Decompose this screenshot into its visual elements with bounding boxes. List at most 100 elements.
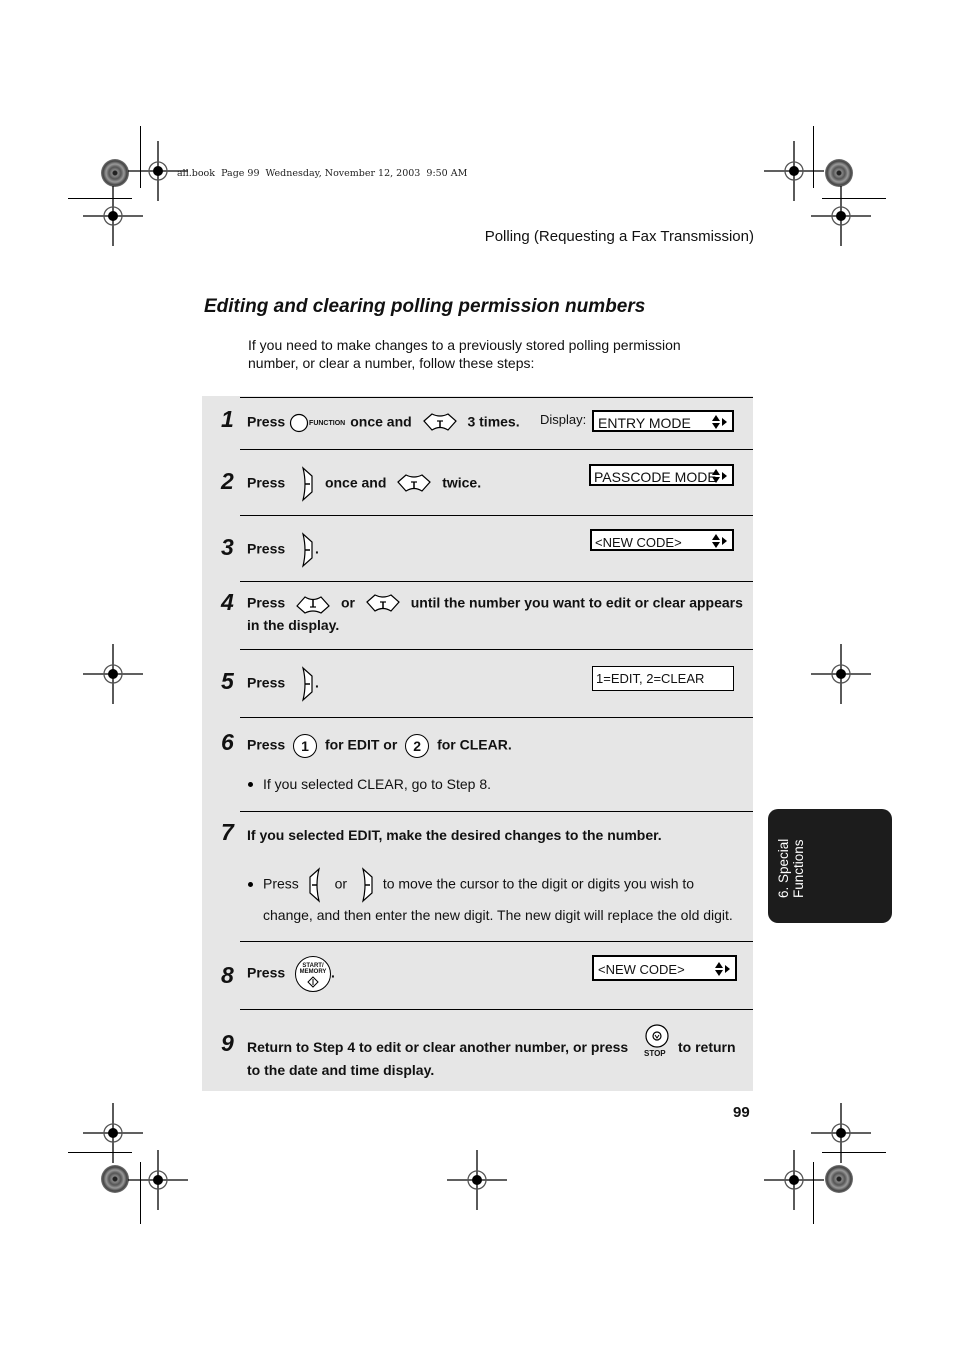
down-arrow-key-icon[interactable]	[396, 474, 432, 494]
step-number: 3	[221, 534, 234, 560]
step-text: 3 times.	[467, 413, 520, 430]
step-7-instruction: If you selected EDIT, make the desired c…	[247, 827, 662, 843]
chapter-tab-line: Functions	[791, 839, 806, 898]
section-title: Editing and clearing polling permission …	[204, 296, 646, 317]
divider	[240, 397, 753, 398]
key-2-button[interactable]: 2	[405, 734, 430, 758]
press-label: Press	[247, 594, 286, 611]
step-4-continuation: in the display.	[247, 617, 340, 633]
bullet-item: Press or to move the cursor to the digit…	[248, 867, 694, 903]
step-6-instruction: Press 1 for EDIT or 2 for CLEAR.	[247, 734, 512, 758]
step-number: 2	[221, 468, 234, 494]
down-arrow-key-icon[interactable]	[365, 594, 401, 614]
step-4-instruction: Press or until the number you want to ed…	[247, 594, 743, 614]
step-9-instruction: Return to Step 4 to edit or clear anothe…	[247, 1039, 628, 1055]
step-1-instruction: Press FUNCTION once and 3 times.	[247, 413, 520, 433]
key-label: MEMORY	[299, 969, 327, 975]
display-label: Display:	[540, 412, 587, 427]
registration-crosshair	[128, 1150, 188, 1210]
divider	[240, 581, 753, 582]
step-number: 7	[221, 819, 234, 845]
bullet-icon	[248, 781, 253, 787]
registration-crosshair	[811, 1103, 871, 1163]
stop-label: STOP	[644, 1049, 666, 1058]
bullet-text: Press	[263, 875, 299, 892]
step-text: for CLEAR.	[437, 736, 512, 753]
chapter-tab-label: 6. Special Functions	[776, 808, 806, 898]
divider	[240, 941, 753, 942]
lcd-text: 1=EDIT, 2=CLEAR	[596, 671, 705, 686]
function-key-icon[interactable]	[289, 413, 309, 433]
scroll-arrows-icon	[712, 469, 727, 483]
registration-crosshair	[811, 644, 871, 704]
lcd-text: <NEW CODE>	[598, 962, 685, 977]
stop-icon	[645, 1024, 669, 1048]
press-label: Press	[247, 540, 286, 557]
page-number: 99	[733, 1104, 750, 1121]
step-9-continuation: to the date and time display.	[247, 1062, 435, 1078]
step-8-instruction: Press START/ MEMORY .	[247, 956, 335, 992]
step-text: twice.	[442, 474, 482, 491]
right-arrow-key-icon[interactable]	[295, 532, 315, 568]
press-label: Press	[247, 674, 286, 691]
lcd-display: <NEW CODE>	[592, 955, 737, 981]
right-arrow-key-icon[interactable]	[295, 666, 315, 702]
step-text: or	[340, 594, 355, 611]
key-label: 1	[301, 738, 309, 754]
key-label: 2	[413, 738, 422, 754]
step-number: 5	[221, 668, 234, 694]
intro-paragraph: If you need to make changes to a previou…	[248, 337, 681, 371]
step-2-instruction: Press once and twice.	[247, 466, 481, 502]
bullet-text: If you selected CLEAR, go to Step 8.	[263, 776, 492, 792]
bullet-icon	[248, 881, 253, 887]
up-arrow-key-icon[interactable]	[295, 594, 331, 614]
step-number: 1	[221, 406, 234, 432]
lcd-display: <NEW CODE>	[590, 529, 734, 551]
divider	[240, 649, 753, 650]
divider	[240, 717, 753, 718]
bullet-text: to move the cursor to the digit or digit…	[382, 875, 695, 892]
step-text: .	[331, 964, 335, 981]
step-3-instruction: Press .	[247, 532, 319, 568]
bullet-text: or	[334, 875, 348, 892]
registration-crosshair	[764, 141, 824, 201]
divider	[240, 1009, 753, 1010]
right-arrow-key-icon[interactable]	[295, 466, 315, 502]
step-text: .	[315, 540, 319, 557]
start-memory-button[interactable]: START/ MEMORY	[295, 956, 332, 992]
step-number: 4	[221, 589, 234, 615]
press-label: Press	[247, 474, 286, 491]
bullet-continuation: change, and then enter the new digit. Th…	[263, 907, 733, 923]
lcd-text: PASSCODE MODE	[594, 469, 717, 485]
step-number: 9	[221, 1030, 234, 1056]
press-label: Press	[247, 736, 286, 753]
running-head: Polling (Requesting a Fax Transmission)	[484, 228, 754, 245]
registration-crosshair	[83, 1103, 143, 1163]
scroll-arrows-icon	[715, 962, 730, 976]
step-number: 8	[221, 962, 234, 988]
step-5-instruction: Press .	[247, 666, 319, 702]
left-arrow-key-icon[interactable]	[307, 867, 327, 903]
registration-crosshair	[764, 1150, 824, 1210]
step-text: once and	[324, 474, 387, 491]
step-text: until the number you want to edit or cle…	[410, 594, 743, 611]
scroll-arrows-icon	[712, 415, 727, 429]
divider	[240, 811, 753, 812]
step-number: 6	[221, 729, 234, 755]
lcd-text: ENTRY MODE	[598, 415, 691, 431]
stop-button[interactable]: STOP	[644, 1024, 670, 1060]
function-key-label: FUNCTION	[309, 419, 346, 427]
key-1-button[interactable]: 1	[293, 734, 318, 758]
step-text: once and	[350, 413, 412, 430]
lcd-text: <NEW CODE>	[595, 535, 682, 550]
bullet-item: If you selected CLEAR, go to Step 8.	[248, 770, 491, 798]
step-text: for EDIT or	[324, 736, 398, 753]
right-arrow-key-icon[interactable]	[355, 867, 375, 903]
step-text: Return to Step 4 to edit or clear anothe…	[247, 1039, 629, 1055]
start-icon	[307, 976, 319, 988]
registration-crosshair	[447, 1150, 507, 1210]
step-text: .	[315, 674, 319, 691]
lcd-display: PASSCODE MODE	[589, 464, 734, 486]
down-arrow-key-icon[interactable]	[422, 413, 458, 433]
chapter-tab-line: 6. Special	[776, 838, 791, 898]
